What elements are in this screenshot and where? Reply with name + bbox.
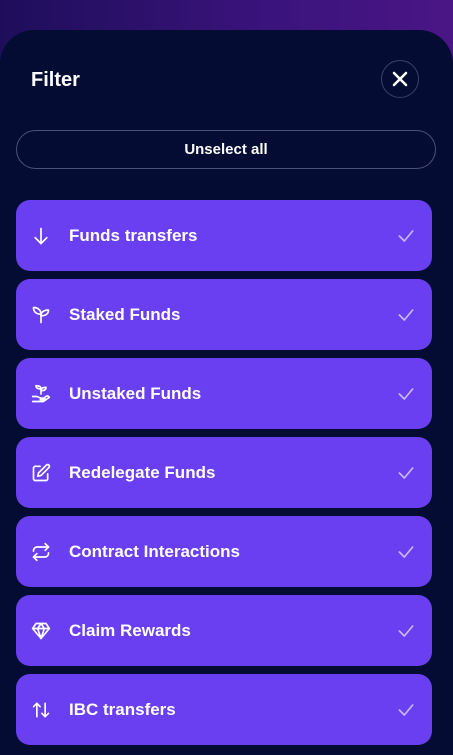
filter-item-ibc-transfers[interactable]: IBC transfers — [16, 674, 432, 745]
check-icon — [395, 304, 417, 326]
edit-icon — [30, 462, 52, 484]
check-icon — [395, 699, 417, 721]
filter-item-claim-rewards[interactable]: Claim Rewards — [16, 595, 432, 666]
arrow-down-icon — [30, 225, 52, 247]
filter-item-label: Staked Funds — [69, 304, 181, 324]
filter-item-label: Unstaked Funds — [69, 383, 202, 403]
filter-item-label: Claim Rewards — [69, 620, 191, 640]
unselect-all-button[interactable]: Unselect all — [16, 130, 436, 169]
filter-item-staked-funds[interactable]: Staked Funds — [16, 279, 432, 350]
filter-item-funds-transfers[interactable]: Funds transfers — [16, 200, 432, 271]
sprout-icon — [30, 304, 52, 326]
filter-item-unstaked-funds[interactable]: Unstaked Funds — [16, 358, 432, 429]
filter-item-label: IBC transfers — [69, 699, 176, 719]
check-icon — [395, 620, 417, 642]
check-icon — [395, 383, 417, 405]
check-icon — [395, 541, 417, 563]
filter-item-contract-interactions[interactable]: Contract Interactions — [16, 516, 432, 587]
hand-sprout-icon — [30, 383, 52, 405]
arrows-up-down-icon — [30, 699, 52, 721]
close-icon — [392, 71, 408, 87]
gem-icon — [30, 620, 52, 642]
repeat-icon — [30, 541, 52, 563]
filter-list: Funds transfers Staked Funds Unstaked Fu… — [16, 200, 432, 753]
close-button[interactable] — [381, 60, 419, 98]
filter-item-label: Redelegate Funds — [69, 462, 216, 482]
filter-item-label: Contract Interactions — [69, 541, 240, 561]
filter-item-label: Funds transfers — [69, 225, 198, 245]
check-icon — [395, 462, 417, 484]
filter-item-redelegate-funds[interactable]: Redelegate Funds — [16, 437, 432, 508]
filter-sheet: Filter Unselect all Funds transfers Stak… — [0, 30, 453, 755]
sheet-header: Filter — [0, 30, 453, 130]
sheet-title: Filter — [31, 69, 80, 91]
check-icon — [395, 225, 417, 247]
